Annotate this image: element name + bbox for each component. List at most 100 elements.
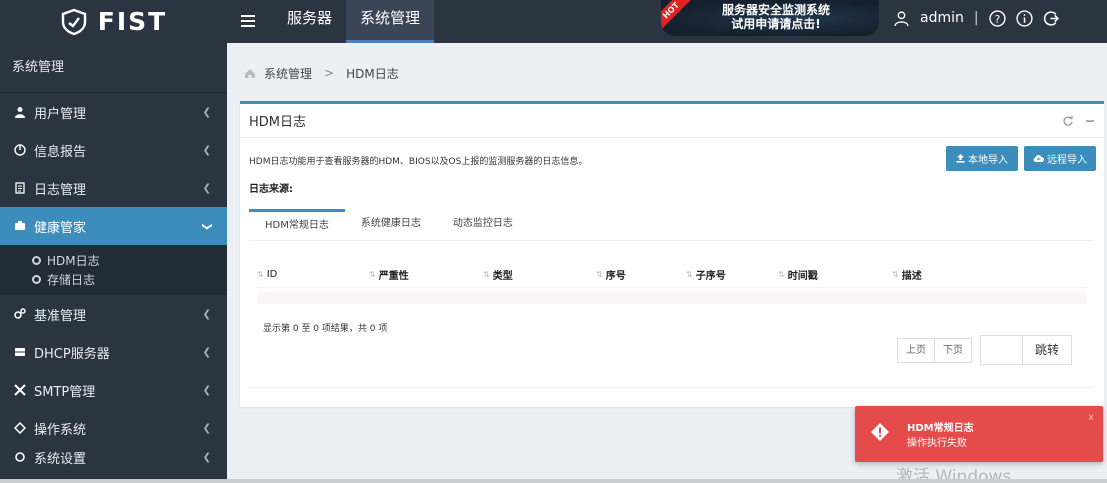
breadcrumb-root[interactable]: 系统管理 xyxy=(264,65,312,82)
chevron-down-icon: ❮ xyxy=(201,221,213,231)
upload-icon xyxy=(956,154,965,163)
home-icon[interactable] xyxy=(244,68,256,79)
sidebar-subitem-label: 存储日志 xyxy=(47,273,96,287)
sidebar-item-settings[interactable]: 系统设置 ❮ xyxy=(0,447,227,467)
report-icon xyxy=(14,144,26,156)
server-icon xyxy=(15,348,25,356)
sidebar-item-label: 系统设置 xyxy=(34,451,87,467)
column-sub-sequence[interactable]: ⇅ 子序号 xyxy=(686,262,778,287)
toast-title: HDM常规日志 xyxy=(907,423,974,434)
table-row xyxy=(257,291,1087,304)
cloud-upload-icon xyxy=(1033,154,1044,162)
sidebar-item-label: 信息报告 xyxy=(34,144,87,160)
logo[interactable]: FIST xyxy=(0,0,227,43)
top-nav: 服务器 系统管理 xyxy=(273,0,435,43)
prev-page-button[interactable]: 上页 xyxy=(897,337,935,363)
toast-message: 操作执行失败 xyxy=(907,438,967,449)
horizontal-scrollbar[interactable] xyxy=(0,479,1107,483)
sidebar-item-reports[interactable]: 信息报告 ❮ xyxy=(0,131,227,169)
column-id[interactable]: ⇅ ID xyxy=(257,262,369,287)
page-number-input[interactable] xyxy=(980,335,1023,365)
toast-close-button[interactable]: x xyxy=(1088,412,1094,423)
breadcrumb-current: HDM日志 xyxy=(346,66,399,81)
sidebar-item-os[interactable]: 操作系统 ❮ xyxy=(0,409,227,447)
panel-header: HDM日志 xyxy=(240,104,1104,138)
sidebar-item-dhcp[interactable]: DHCP服务器 ❮ xyxy=(0,333,227,371)
tools-icon xyxy=(14,384,26,396)
help-icon[interactable]: ? xyxy=(988,9,1006,27)
sort-icon: ⇅ xyxy=(892,270,899,279)
refresh-icon[interactable] xyxy=(1063,115,1073,126)
column-label: 严重性 xyxy=(378,271,409,282)
sort-icon: ⇅ xyxy=(483,270,490,279)
remote-import-label: 远程导入 xyxy=(1047,155,1087,166)
sort-icon: ⇅ xyxy=(778,270,785,279)
column-label: 类型 xyxy=(492,271,513,282)
sidebar-item-label: 用户管理 xyxy=(34,106,87,122)
svg-text:?: ? xyxy=(994,12,1000,25)
separator: | xyxy=(973,10,979,26)
promo-line-1: 服务器安全监测系统 xyxy=(721,3,830,17)
sidebar-item-label: 基准管理 xyxy=(34,308,87,324)
chevron-left-icon: ❮ xyxy=(202,422,211,434)
local-import-button[interactable]: 本地导入 xyxy=(946,146,1018,171)
tab-hdm-general-log[interactable]: HDM常规日志 xyxy=(249,209,345,241)
log-source-label: 日志来源: xyxy=(249,184,293,195)
chevron-left-icon: ❮ xyxy=(202,308,211,320)
sidebar-item-label: 日志管理 xyxy=(34,182,87,198)
column-description[interactable]: ⇅ 描述 xyxy=(892,262,1012,287)
sidebar-item-logs[interactable]: 日志管理 ❮ xyxy=(0,169,227,207)
column-severity[interactable]: ⇅ 严重性 xyxy=(369,262,483,287)
circle-icon xyxy=(32,275,41,284)
sidebar-subitem-label: HDM日志 xyxy=(47,254,100,268)
sidebar-item-baseline[interactable]: 基准管理 ❮ xyxy=(0,295,227,333)
logo-text: FIST xyxy=(97,7,168,36)
sort-icon: ⇅ xyxy=(369,270,376,279)
jump-button[interactable]: 跳转 xyxy=(1023,335,1073,365)
sidebar-item-health[interactable]: 健康管家 ❮ xyxy=(0,207,227,245)
next-page-button[interactable]: 下页 xyxy=(935,337,972,363)
shield-logo-icon xyxy=(61,8,86,35)
menu-toggle-icon[interactable] xyxy=(241,8,261,34)
sidebar-item-label: 操作系统 xyxy=(34,422,87,438)
user-icon[interactable] xyxy=(893,10,910,27)
table-header: ⇅ ID ⇅ 严重性 ⇅ 类型 ⇅ 序号 ⇅ 子序号 ⇅ 时间戳 ⇅ 描述 xyxy=(257,262,1087,288)
log-icon xyxy=(15,182,25,194)
hot-badge: HOT xyxy=(661,0,693,33)
breadcrumb: 系统管理 > HDM日志 xyxy=(244,65,399,81)
hdm-log-panel: HDM日志 HDM日志功能用于查看服务器的HDM、BIOS以及OS上报的监测服务… xyxy=(240,101,1104,407)
pagination: 上页 下页 跳转 xyxy=(897,335,1073,365)
sidebar-subitem-storage-log[interactable]: 存储日志 xyxy=(0,270,227,289)
sidebar-item-smtp[interactable]: SMTP管理 ❮ xyxy=(0,371,227,409)
column-timestamp[interactable]: ⇅ 时间戳 xyxy=(778,262,892,287)
tab-system-health-log[interactable]: 系统健康日志 xyxy=(345,209,437,241)
nav-system-management[interactable]: 系统管理 xyxy=(346,0,435,43)
breadcrumb-separator: > xyxy=(324,66,335,80)
column-type[interactable]: ⇅ 类型 xyxy=(483,262,596,287)
panel-description: HDM日志功能用于查看服务器的HDM、BIOS以及OS上报的监测服务器的日志信息… xyxy=(249,157,588,167)
sidebar-item-users[interactable]: 用户管理 ❮ xyxy=(0,93,227,131)
column-sequence[interactable]: ⇅ 序号 xyxy=(596,262,686,287)
chevron-left-icon: ❮ xyxy=(202,346,211,358)
column-label: 序号 xyxy=(605,271,626,282)
table-summary: 显示第 0 至 0 项结果，共 0 项 xyxy=(263,324,388,334)
column-label: ID xyxy=(266,269,278,280)
promo-text: 服务器安全监测系统 试用申请请点击! xyxy=(701,3,851,31)
tab-dynamic-monitor-log[interactable]: 动态监控日志 xyxy=(437,209,529,241)
remote-import-button[interactable]: 远程导入 xyxy=(1024,146,1096,171)
column-label: 子序号 xyxy=(695,271,726,282)
info-icon[interactable] xyxy=(1015,9,1033,27)
error-toast: HDM常规日志 操作执行失败 x xyxy=(855,406,1103,462)
collapse-icon[interactable] xyxy=(1085,116,1095,126)
health-icon xyxy=(15,221,25,230)
promo-banner[interactable]: HOT 服务器安全监测系统 试用申请请点击! xyxy=(661,0,879,36)
column-label: 描述 xyxy=(901,271,922,282)
nav-servers[interactable]: 服务器 xyxy=(273,0,346,43)
sidebar-subitem-hdm-log[interactable]: HDM日志 xyxy=(0,251,227,270)
panel-divider xyxy=(249,387,1094,388)
logout-icon[interactable] xyxy=(1043,10,1060,27)
user-icon xyxy=(15,107,25,118)
user-area: admin | ? xyxy=(893,0,1060,36)
settings-icon xyxy=(15,452,25,462)
username[interactable]: admin xyxy=(920,10,964,26)
